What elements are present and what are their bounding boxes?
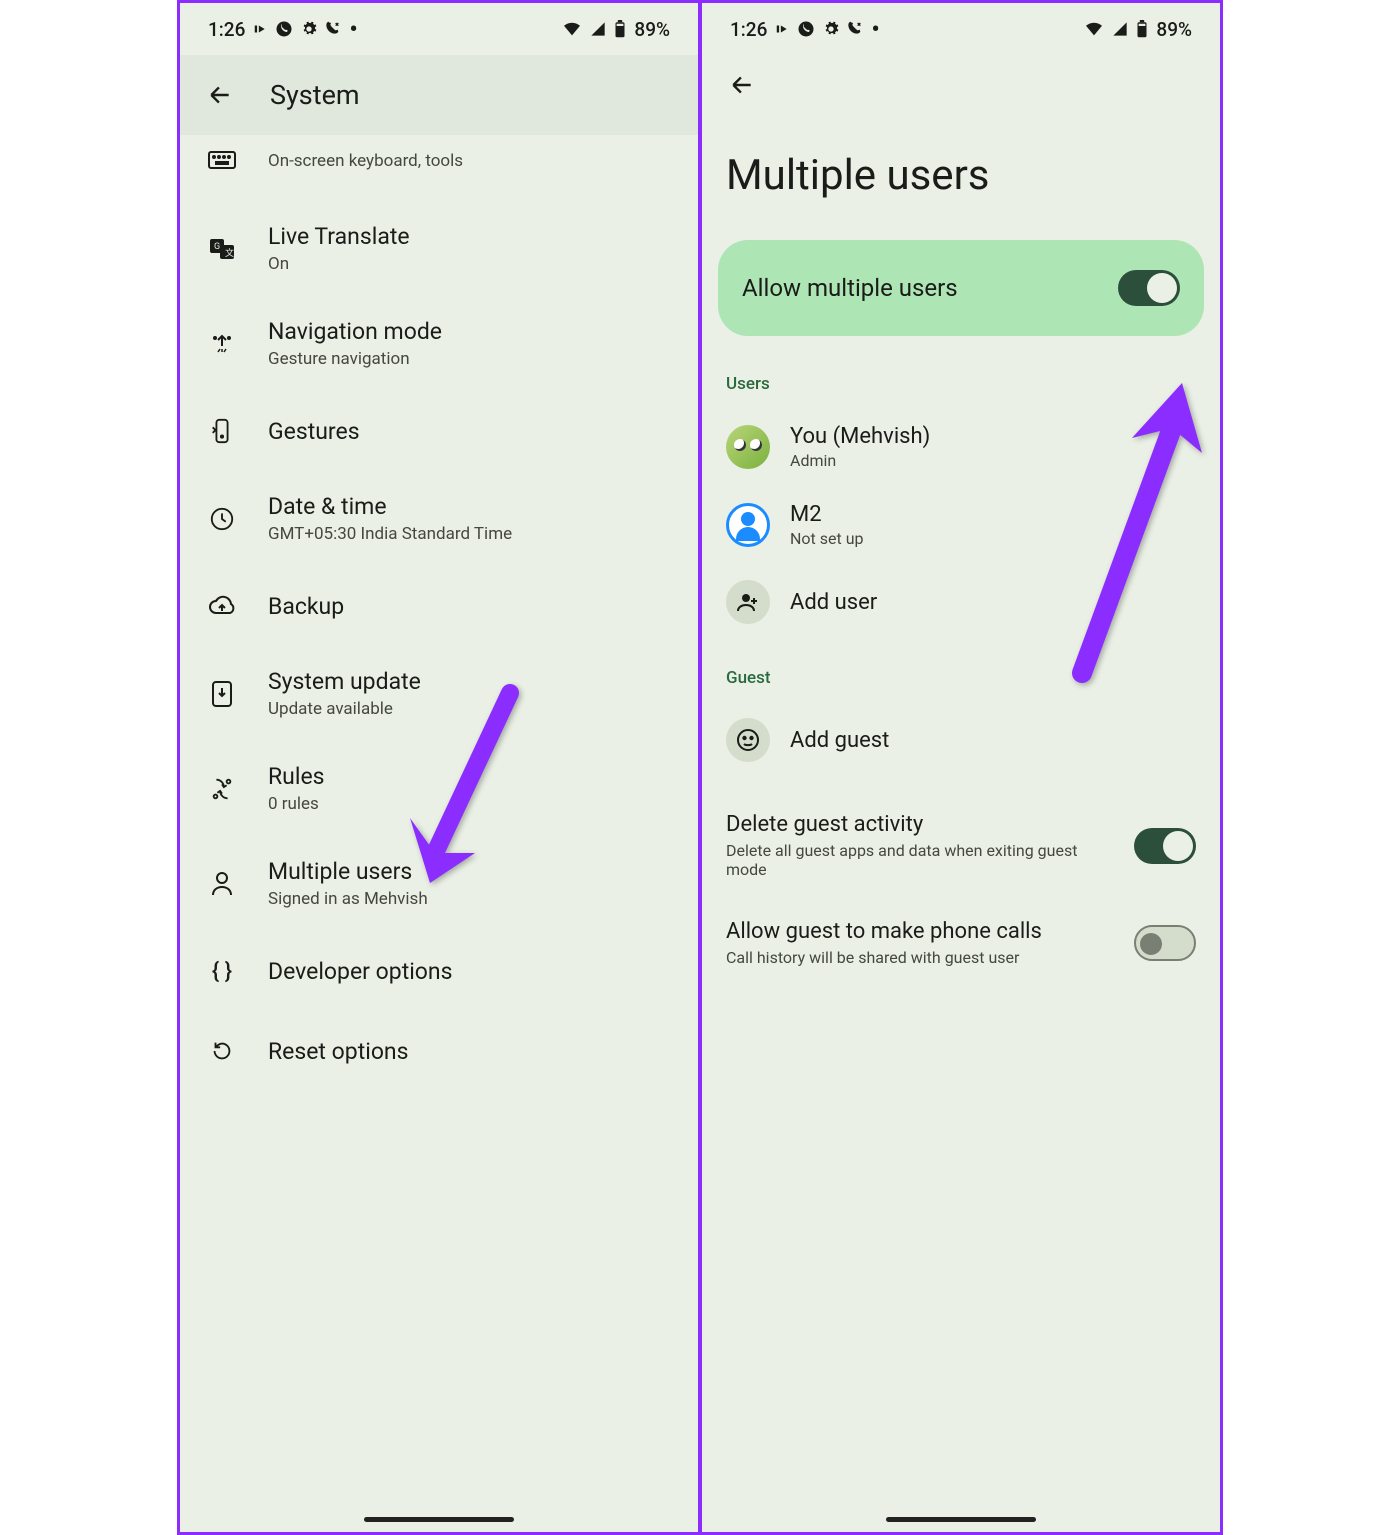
user-you[interactable]: You (Mehvish) Admin: [702, 408, 1220, 486]
row-reset-options[interactable]: Reset options: [180, 1011, 698, 1091]
battery-icon: [1136, 20, 1148, 38]
translate-icon: G文: [204, 231, 240, 267]
row-multiple-users[interactable]: Multiple users Signed in as Mehvish: [180, 836, 698, 931]
row-title: Rules: [268, 763, 325, 790]
keyboard-icon: [204, 143, 240, 179]
section-users: Users: [702, 366, 1220, 408]
nav-bar[interactable]: [364, 1517, 514, 1522]
wifi-icon: [562, 21, 582, 37]
row-system-update[interactable]: System update Update available: [180, 646, 698, 741]
phone-icon: [275, 20, 293, 38]
user-sub: Admin: [790, 451, 930, 470]
phone-right: 1:26 • 89% Multiple users Allow multiple…: [700, 3, 1220, 1532]
row-title: Date & time: [268, 493, 512, 520]
guest-label: Add guest: [790, 728, 889, 753]
row-developer-options[interactable]: { } Developer options: [180, 931, 698, 1011]
back-button[interactable]: [722, 65, 762, 105]
avatar: [726, 425, 770, 469]
reset-icon: [204, 1033, 240, 1069]
svg-text:G: G: [214, 242, 220, 252]
row-title: Multiple users: [268, 858, 428, 885]
user-name: Add user: [790, 590, 877, 615]
row-title: Live Translate: [268, 223, 410, 250]
row-navigation-mode[interactable]: Navigation mode Gesture navigation: [180, 296, 698, 391]
row-title: Backup: [268, 593, 344, 620]
status-bar: 1:26 • 89%: [180, 3, 698, 55]
row-gestures[interactable]: Gestures: [180, 391, 698, 471]
gear-icon: [823, 21, 839, 37]
status-time: 1:26: [208, 18, 245, 41]
user-name: M2: [790, 502, 864, 527]
setting-sub: Call history will be shared with guest u…: [726, 948, 1116, 967]
row-sub: Signed in as Mehvish: [268, 889, 428, 909]
user-m2[interactable]: M2 Not set up: [702, 486, 1220, 564]
nav-bar[interactable]: [886, 1517, 1036, 1522]
setting-title: Allow guest to make phone calls: [726, 919, 1116, 944]
status-icon: [253, 22, 267, 36]
status-bar: 1:26 • 89%: [702, 3, 1220, 55]
row-title: Navigation mode: [268, 318, 442, 345]
status-icon: [775, 22, 789, 36]
signal-icon: [1112, 21, 1128, 37]
phone-left: 1:26 • 89% System: [180, 3, 700, 1532]
row-sub: 0 rules: [268, 794, 325, 814]
section-guest: Guest: [702, 660, 1220, 702]
user-name: You (Mehvish): [790, 424, 930, 449]
user-sub: Not set up: [790, 529, 864, 548]
back-button[interactable]: [200, 75, 240, 115]
header: [702, 55, 1220, 115]
battery-icon: [614, 20, 626, 38]
row-title: Gestures: [268, 418, 360, 445]
allow-multiple-users-switch[interactable]: [1118, 270, 1180, 306]
clock-icon: [204, 501, 240, 537]
setting-title: Delete guest activity: [726, 812, 1116, 837]
row-title: Reset options: [268, 1038, 409, 1065]
row-keyboard[interactable]: On-screen keyboard, tools: [180, 135, 698, 201]
row-sub: Gesture navigation: [268, 349, 442, 369]
toggle-label: Allow multiple users: [742, 274, 958, 302]
page-title: Multiple users: [702, 115, 1220, 240]
phone-icon: [797, 20, 815, 38]
dev-icon: { }: [204, 953, 240, 989]
signal-icon: [590, 21, 606, 37]
settings-list: On-screen keyboard, tools G文 Live Transl…: [180, 135, 698, 1131]
guest-calls-switch[interactable]: [1134, 925, 1196, 961]
update-icon: [204, 676, 240, 712]
header: System: [180, 55, 698, 135]
guest-icon: [726, 718, 770, 762]
row-title: Developer options: [268, 958, 453, 985]
call-icon: [325, 21, 341, 37]
add-user[interactable]: Add user: [702, 564, 1220, 640]
rules-icon: [204, 771, 240, 807]
row-rules[interactable]: Rules 0 rules: [180, 741, 698, 836]
wifi-icon: [1084, 21, 1104, 37]
row-backup[interactable]: Backup: [180, 566, 698, 646]
page-title: System: [270, 79, 360, 111]
status-battery: 89%: [1156, 18, 1192, 41]
call-icon: [847, 21, 863, 37]
add-user-icon: [726, 580, 770, 624]
row-title: System update: [268, 668, 421, 695]
nav-icon: [204, 326, 240, 362]
row-live-translate[interactable]: G文 Live Translate On: [180, 201, 698, 296]
row-sub: On-screen keyboard, tools: [268, 151, 463, 171]
row-sub: On: [268, 254, 410, 274]
gesture-icon: [204, 413, 240, 449]
setting-sub: Delete all guest apps and data when exit…: [726, 841, 1116, 879]
status-battery: 89%: [634, 18, 670, 41]
status-time: 1:26: [730, 18, 767, 41]
avatar: [726, 503, 770, 547]
svg-text:文: 文: [225, 247, 234, 259]
delete-guest-switch[interactable]: [1134, 828, 1196, 864]
allow-multiple-users-card[interactable]: Allow multiple users: [718, 240, 1204, 336]
setting-delete-guest-activity[interactable]: Delete guest activity Delete all guest ap…: [702, 792, 1220, 899]
row-sub: GMT+05:30 India Standard Time: [268, 524, 512, 544]
row-date-time[interactable]: Date & time GMT+05:30 India Standard Time: [180, 471, 698, 566]
setting-guest-phone-calls[interactable]: Allow guest to make phone calls Call hist…: [702, 899, 1220, 987]
add-guest[interactable]: Add guest: [702, 702, 1220, 778]
gear-icon: [301, 21, 317, 37]
row-sub: Update available: [268, 699, 421, 719]
cloud-icon: [204, 588, 240, 624]
person-icon: [204, 866, 240, 902]
